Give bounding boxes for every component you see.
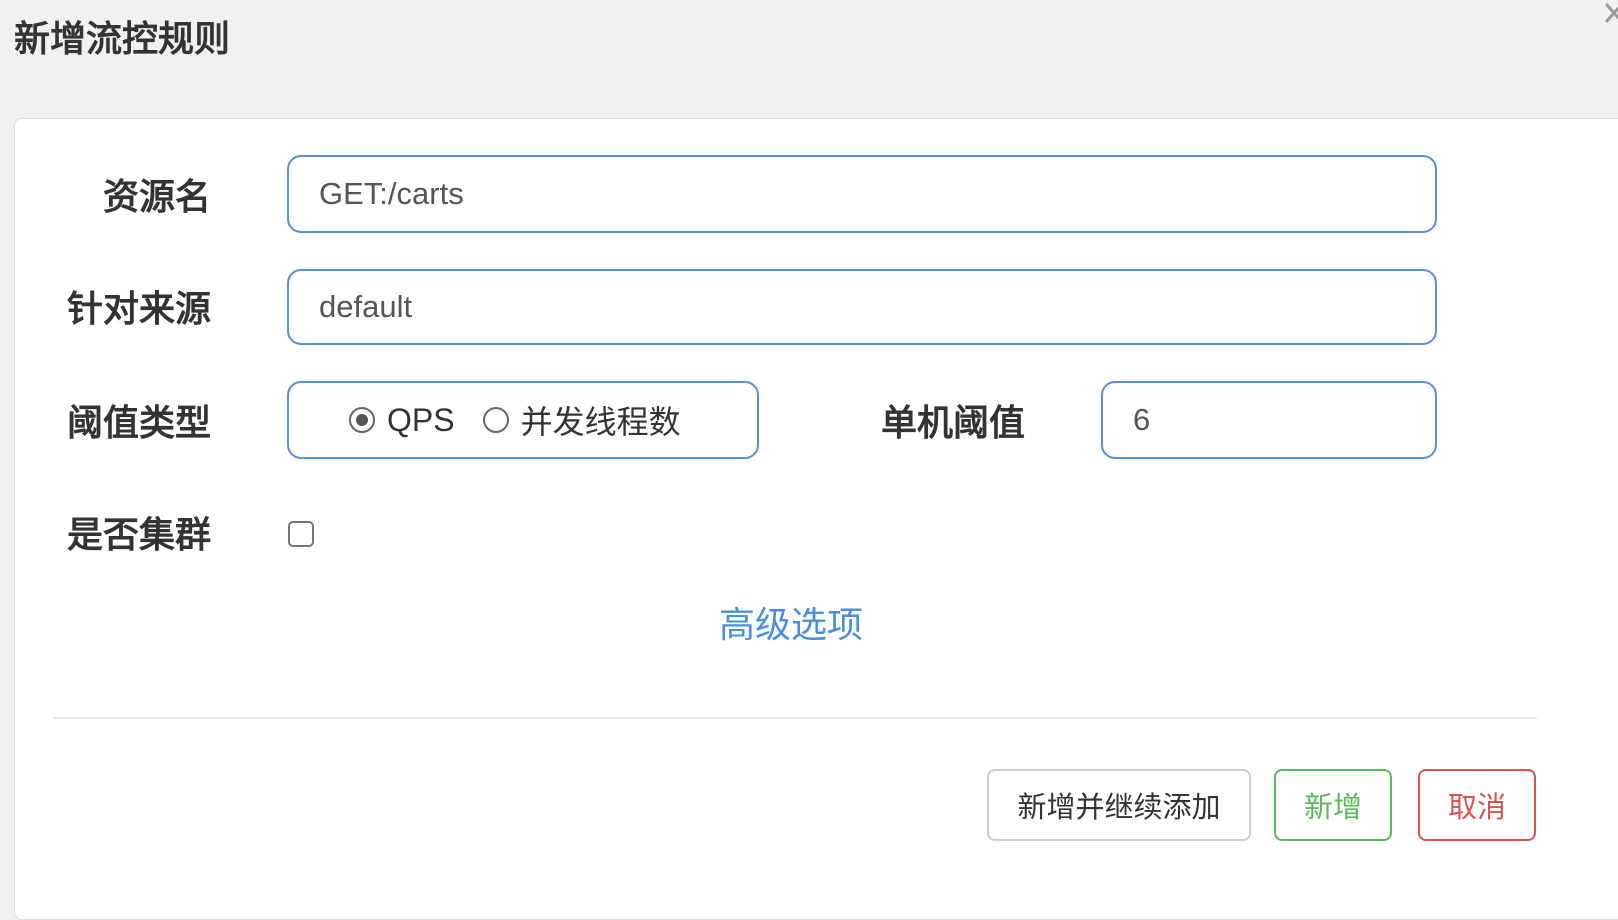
cancel-button[interactable]: 取消 — [1418, 769, 1536, 841]
resource-label: 资源名 — [103, 177, 212, 218]
add-and-continue-button[interactable]: 新增并继续添加 — [987, 769, 1251, 841]
page-title: 新增流控规则 — [14, 19, 231, 60]
radio-qps[interactable]: QPS — [349, 402, 455, 439]
advanced-options-link[interactable]: 高级选项 — [719, 601, 863, 651]
add-button[interactable]: 新增 — [1274, 769, 1392, 841]
origin-input[interactable]: default — [287, 269, 1437, 345]
single-threshold-label: 单机阈值 — [881, 403, 1026, 444]
close-icon[interactable] — [1600, 0, 1618, 30]
radio-thread-count[interactable]: 并发线程数 — [482, 397, 681, 443]
radio-thread-count-label: 并发线程数 — [520, 404, 681, 440]
radio-thread-count-indicator[interactable] — [482, 407, 509, 433]
radio-qps-indicator[interactable] — [349, 407, 375, 433]
resource-input[interactable]: GET:/carts — [287, 155, 1437, 233]
rule-form-panel: 资源名 GET:/carts 针对来源 default 阈值类型 QPS 并发线… — [14, 118, 1618, 920]
threshold-type-label: 阈值类型 — [67, 403, 212, 444]
footer-divider — [53, 717, 1537, 719]
cluster-checkbox[interactable] — [288, 521, 314, 547]
single-threshold-input[interactable]: 6 — [1101, 381, 1437, 459]
cluster-label: 是否集群 — [67, 515, 212, 556]
origin-label: 针对来源 — [67, 289, 212, 330]
threshold-type-radio-group: QPS 并发线程数 — [287, 381, 759, 459]
radio-qps-label: QPS — [387, 401, 455, 438]
